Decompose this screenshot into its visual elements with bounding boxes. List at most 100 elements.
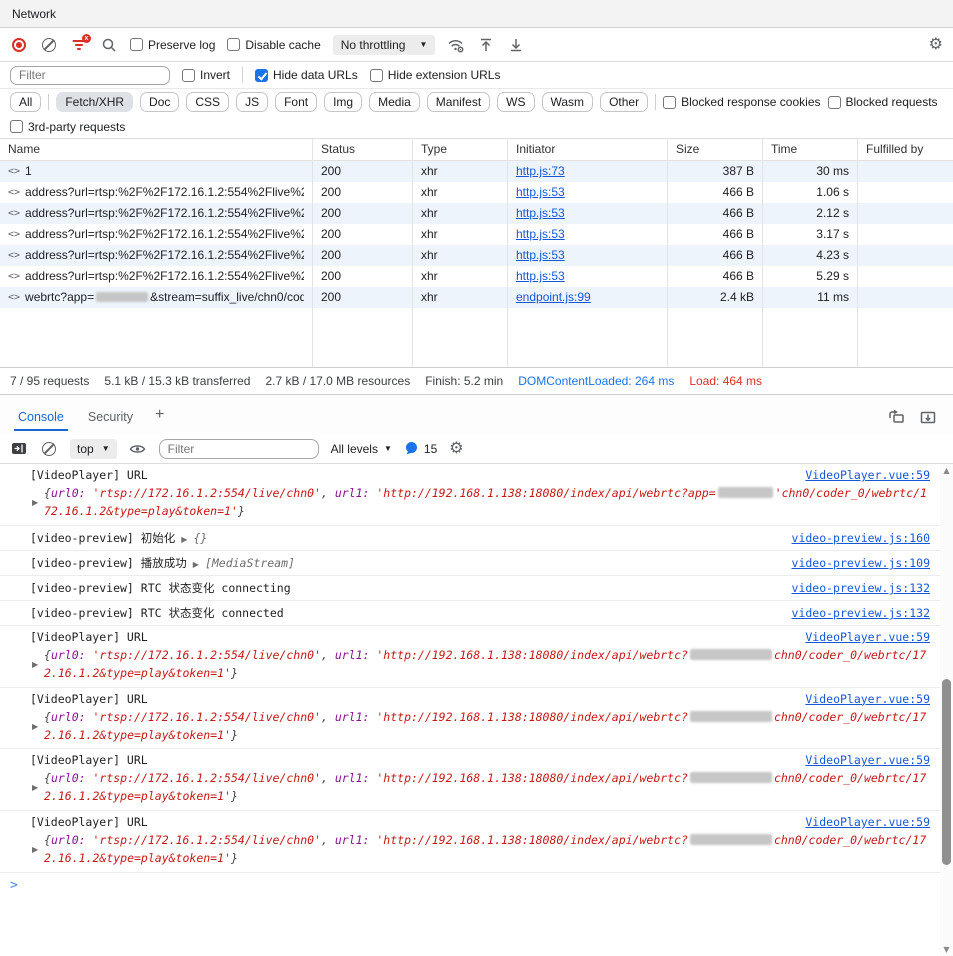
console-prompt[interactable]: > xyxy=(0,873,940,897)
source-link[interactable]: VideoPlayer.vue:59 xyxy=(805,692,930,706)
expand-triangle-icon[interactable]: ▶ xyxy=(32,782,38,794)
blocked-requests-checkbox-box[interactable] xyxy=(828,96,841,109)
table-row[interactable]: <>1 200 xhr http.js:73 387 B 30 ms xyxy=(0,161,953,182)
clear-network-log-icon[interactable] xyxy=(40,36,58,54)
table-row[interactable]: <>address?url=rtsp:%2F%2F172.16.1.2:554%… xyxy=(0,266,953,287)
table-row[interactable]: <>address?url=rtsp:%2F%2F172.16.1.2:554%… xyxy=(0,203,953,224)
console-message[interactable]: [VideoPlayer] URL VideoPlayer.vue:59 ▶ {… xyxy=(0,749,940,811)
live-expression-eye-icon[interactable] xyxy=(129,440,147,458)
chip-manifest[interactable]: Manifest xyxy=(427,92,490,112)
tab-security[interactable]: Security xyxy=(76,401,145,434)
hide-data-urls-checkbox[interactable]: Hide data URLs xyxy=(255,68,358,82)
source-link[interactable]: video-preview.js:160 xyxy=(792,531,930,545)
disable-cache-checkbox[interactable]: Disable cache xyxy=(227,38,320,52)
console-message[interactable]: [video-preview] 播放成功 ▶ [MediaStream] vid… xyxy=(0,551,940,576)
source-link[interactable]: video-preview.js:132 xyxy=(792,606,930,620)
column-header-fulfilled-by[interactable]: Fulfilled by xyxy=(858,139,953,160)
column-header-initiator[interactable]: Initiator xyxy=(508,139,668,160)
table-row[interactable]: <>address?url=rtsp:%2F%2F172.16.1.2:554%… xyxy=(0,245,953,266)
expand-triangle-icon[interactable]: ▶ xyxy=(32,720,38,732)
preserve-log-checkbox-box[interactable] xyxy=(130,38,143,51)
throttling-select[interactable]: No throttling ▼ xyxy=(333,35,436,55)
hide-extension-urls-checkbox-box[interactable] xyxy=(370,69,383,82)
invert-checkbox[interactable]: Invert xyxy=(182,68,230,82)
scrollbar-thumb[interactable] xyxy=(942,679,951,865)
import-har-icon[interactable] xyxy=(507,36,525,54)
table-row[interactable]: <>address?url=rtsp:%2F%2F172.16.1.2:554%… xyxy=(0,224,953,245)
source-link[interactable]: VideoPlayer.vue:59 xyxy=(805,753,930,767)
initiator-link[interactable]: http.js:73 xyxy=(516,164,565,178)
chip-ws[interactable]: WS xyxy=(497,92,534,112)
network-filter-input[interactable] xyxy=(10,66,170,85)
undock-drawer-icon[interactable] xyxy=(887,408,905,426)
console-settings-gear-icon[interactable]: ⚙ xyxy=(449,441,463,457)
expand-triangle-icon[interactable]: ▶ xyxy=(193,560,199,569)
console-message[interactable]: [VideoPlayer] URL VideoPlayer.vue:59 ▶ {… xyxy=(0,464,940,526)
javascript-context-select[interactable]: top ▼ xyxy=(70,439,117,459)
blocked-requests-checkbox[interactable]: Blocked requests xyxy=(828,95,938,109)
tab-console[interactable]: Console xyxy=(6,401,76,434)
column-header-name[interactable]: Name xyxy=(0,139,313,160)
search-icon[interactable] xyxy=(100,36,118,54)
initiator-link[interactable]: endpoint.js:99 xyxy=(516,290,591,304)
console-scrollbar[interactable]: ▲ ▼ xyxy=(940,464,953,956)
add-drawer-tab-button[interactable]: + xyxy=(145,400,174,434)
console-message[interactable]: [VideoPlayer] URL VideoPlayer.vue:59 ▶ {… xyxy=(0,626,940,688)
disable-cache-checkbox-box[interactable] xyxy=(227,38,240,51)
console-filter-input[interactable] xyxy=(159,439,319,459)
source-link[interactable]: VideoPlayer.vue:59 xyxy=(805,815,930,829)
table-row[interactable]: <> webrtc?app=&stream=suffix_live/chn0/c… xyxy=(0,287,953,308)
console-message[interactable]: [VideoPlayer] URL VideoPlayer.vue:59 ▶ {… xyxy=(0,688,940,750)
expand-triangle-icon[interactable]: ▶ xyxy=(32,844,38,856)
expand-triangle-icon[interactable]: ▶ xyxy=(32,659,38,671)
initiator-link[interactable]: http.js:53 xyxy=(516,227,565,241)
expand-triangle-icon[interactable]: ▶ xyxy=(181,535,187,544)
network-conditions-icon[interactable] xyxy=(447,36,465,54)
hide-data-urls-checkbox-box[interactable] xyxy=(255,69,268,82)
invert-checkbox-box[interactable] xyxy=(182,69,195,82)
scroll-up-icon[interactable]: ▲ xyxy=(940,466,953,475)
console-sidebar-icon[interactable] xyxy=(10,440,28,458)
chip-js[interactable]: JS xyxy=(236,92,268,112)
chip-media[interactable]: Media xyxy=(369,92,420,112)
chip-other[interactable]: Other xyxy=(600,92,648,112)
initiator-link[interactable]: http.js:53 xyxy=(516,248,565,262)
chip-fetch-xhr[interactable]: Fetch/XHR xyxy=(56,92,133,112)
clear-console-icon[interactable] xyxy=(40,440,58,458)
chip-wasm[interactable]: Wasm xyxy=(542,92,594,112)
blocked-response-cookies-checkbox-box[interactable] xyxy=(663,96,676,109)
record-icon[interactable] xyxy=(10,36,28,54)
console-message-count[interactable]: 15 xyxy=(404,441,437,456)
third-party-requests-checkbox-box[interactable] xyxy=(10,120,23,133)
preserve-log-checkbox[interactable]: Preserve log xyxy=(130,38,215,52)
chip-css[interactable]: CSS xyxy=(186,92,229,112)
initiator-link[interactable]: http.js:53 xyxy=(516,185,565,199)
console-message[interactable]: [VideoPlayer] URL VideoPlayer.vue:59 ▶ {… xyxy=(0,811,940,873)
third-party-requests-checkbox[interactable]: 3rd-party requests xyxy=(10,120,125,134)
network-settings-gear-icon[interactable]: ⚙ xyxy=(929,37,943,53)
chip-img[interactable]: Img xyxy=(324,92,362,112)
console-message[interactable]: [video-preview] RTC 状态变化 connecting vide… xyxy=(0,576,940,601)
blocked-response-cookies-checkbox[interactable]: Blocked response cookies xyxy=(663,95,820,109)
filter-toggle-icon[interactable]: x xyxy=(70,36,88,54)
expand-triangle-icon[interactable]: ▶ xyxy=(32,497,38,509)
chip-font[interactable]: Font xyxy=(275,92,317,112)
source-link[interactable]: video-preview.js:132 xyxy=(792,581,930,595)
source-link[interactable]: video-preview.js:109 xyxy=(792,556,930,570)
scroll-down-icon[interactable]: ▼ xyxy=(940,945,953,954)
export-har-icon[interactable] xyxy=(477,36,495,54)
table-row[interactable]: <>address?url=rtsp:%2F%2F172.16.1.2:554%… xyxy=(0,182,953,203)
log-levels-select[interactable]: All levels ▼ xyxy=(331,442,392,456)
console-message[interactable]: [video-preview] RTC 状态变化 connected video… xyxy=(0,601,940,626)
column-header-type[interactable]: Type xyxy=(413,139,508,160)
console-message[interactable]: [video-preview] 初始化 ▶ {} video-preview.j… xyxy=(0,526,940,551)
hide-extension-urls-checkbox[interactable]: Hide extension URLs xyxy=(370,68,501,82)
hide-drawer-icon[interactable] xyxy=(919,408,937,426)
initiator-link[interactable]: http.js:53 xyxy=(516,269,565,283)
chip-all[interactable]: All xyxy=(10,92,41,112)
column-header-time[interactable]: Time xyxy=(763,139,858,160)
initiator-link[interactable]: http.js:53 xyxy=(516,206,565,220)
source-link[interactable]: VideoPlayer.vue:59 xyxy=(805,630,930,644)
chip-doc[interactable]: Doc xyxy=(140,92,179,112)
source-link[interactable]: VideoPlayer.vue:59 xyxy=(805,468,930,482)
